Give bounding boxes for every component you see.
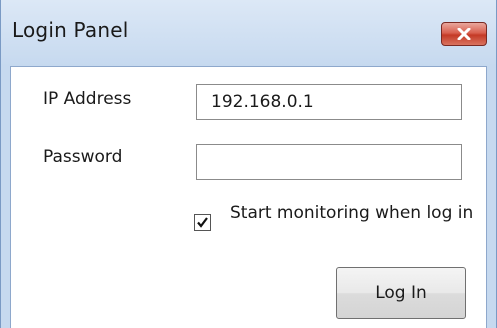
start-monitoring-label: Start monitoring when log in [230,203,474,223]
checkmark-icon [197,217,208,228]
ip-address-label: IP Address [43,89,132,109]
start-monitoring-checkbox[interactable] [194,214,211,231]
close-icon [457,28,471,40]
close-button[interactable] [441,22,487,46]
title-bar[interactable]: Login Panel [1,0,496,66]
log-in-button[interactable]: Log In [336,267,466,319]
password-input[interactable] [196,144,462,180]
client-area: IP Address Password Start monitoring whe… [10,66,487,328]
ip-address-input[interactable] [196,84,462,120]
password-label: Password [43,147,123,167]
window-title: Login Panel [12,18,129,42]
login-panel-window: Login Panel IP Address Password Start mo… [0,0,497,328]
